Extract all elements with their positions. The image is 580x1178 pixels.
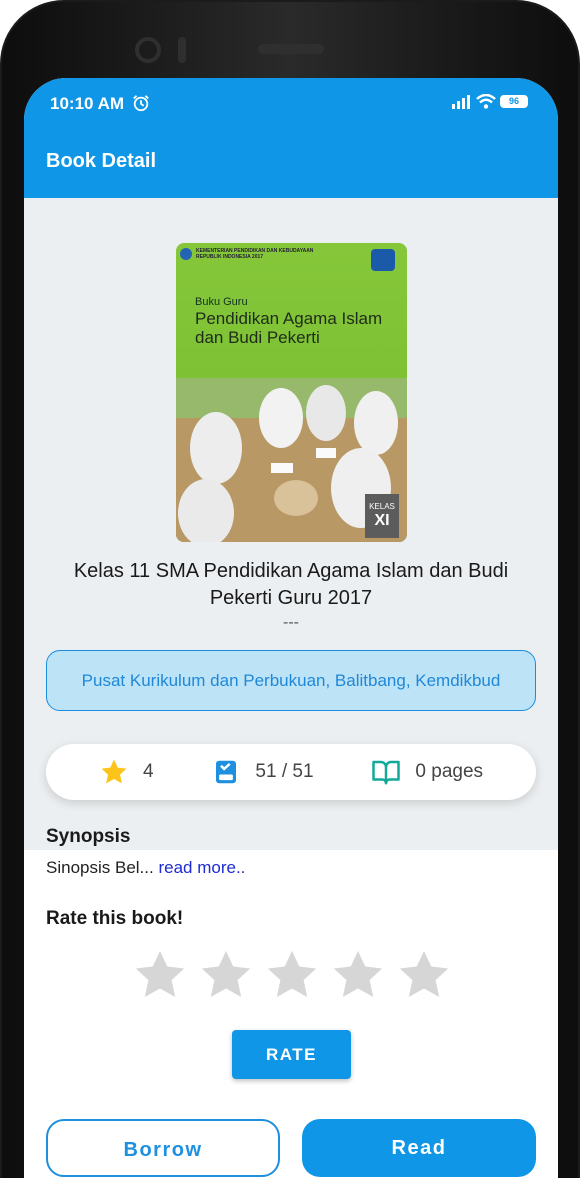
status-bar: 10:10 AM 96 <box>24 78 558 132</box>
phone-frame: 10:10 AM 96 Book Detail KEMENTERIAN PEND… <box>0 0 580 1178</box>
cover-title: Pendidikan Agama Islam dan Budi Pekerti <box>195 309 383 347</box>
publisher-label: Pusat Kurikulum dan Perbukuan, Balitbang… <box>81 671 501 690</box>
status-icons: 96 <box>452 94 528 109</box>
rate-button[interactable]: RATE <box>232 1030 351 1079</box>
read-more-link[interactable]: read more.. <box>158 858 245 877</box>
battery-icon: 96 <box>500 95 528 108</box>
rating-stars <box>131 946 453 1004</box>
page-title: Book Detail <box>46 150 157 172</box>
screen: 10:10 AM 96 Book Detail KEMENTERIAN PEND… <box>24 78 558 1178</box>
book-author: --- <box>283 614 299 631</box>
proximity-sensor <box>178 37 186 63</box>
cover-level: XI <box>374 512 390 529</box>
rate-star-4-icon[interactable] <box>329 946 387 1004</box>
app-bar: Book Detail <box>24 132 558 198</box>
borrow-button[interactable]: Borrow <box>46 1119 280 1177</box>
ministry-logo-icon <box>180 248 192 260</box>
rate-star-5-icon[interactable] <box>395 946 453 1004</box>
stock-value: 51 / 51 <box>255 761 314 782</box>
front-camera <box>135 37 161 63</box>
rating-value: 4 <box>142 761 154 782</box>
book-icon <box>216 760 237 784</box>
cover-ministry: KEMENTERIAN PENDIDIKAN DAN KEBUDAYAAN RE… <box>196 248 314 260</box>
publisher-chip[interactable]: Pusat Kurikulum dan Perbukuan, Balitbang… <box>46 650 536 711</box>
cover-subtitle: Buku Guru <box>195 296 248 308</box>
wifi-icon <box>476 94 496 109</box>
rate-star-1-icon[interactable] <box>131 946 189 1004</box>
book-cover[interactable]: KEMENTERIAN PENDIDIKAN DAN KEBUDAYAAN RE… <box>176 243 407 542</box>
stats-card: 4 51 / 51 0 pages <box>46 744 536 800</box>
synopsis-title: Synopsis <box>46 826 131 847</box>
alarm-icon <box>133 95 149 112</box>
pages-stat: 0 pages <box>371 757 483 787</box>
read-button[interactable]: Read <box>302 1119 536 1177</box>
rate-title: Rate this book! <box>46 908 184 929</box>
star-icon <box>101 759 127 784</box>
synopsis-body: Sinopsis Bel... <box>46 858 154 877</box>
signal-icon <box>452 94 470 109</box>
synopsis-text: Sinopsis Bel... read more.. <box>46 858 245 878</box>
book-title: Kelas 11 SMA Pendidikan Agama Islam dan … <box>73 560 509 609</box>
curriculum-badge-icon <box>371 249 395 271</box>
open-book-icon <box>372 760 401 785</box>
cover-level-badge: KELAS XI <box>365 494 399 538</box>
rate-star-3-icon[interactable] <box>263 946 321 1004</box>
earpiece-speaker <box>258 44 324 54</box>
status-time: 10:10 AM <box>50 94 125 113</box>
stock-stat: 51 / 51 <box>211 757 314 787</box>
rating-stat: 4 <box>99 757 154 787</box>
rate-star-2-icon[interactable] <box>197 946 255 1004</box>
pages-value: 0 pages <box>415 761 484 782</box>
